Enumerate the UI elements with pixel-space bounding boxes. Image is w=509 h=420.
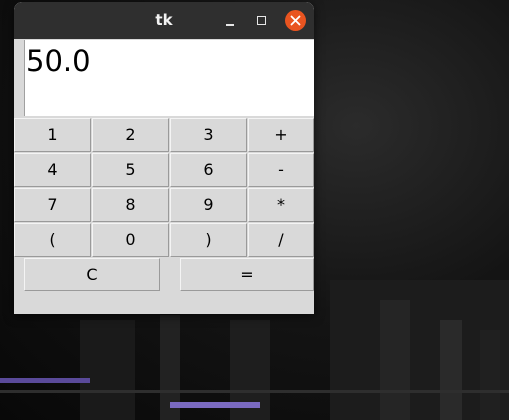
key-7[interactable]: 7: [14, 188, 91, 222]
equals-button[interactable]: =: [180, 258, 314, 291]
key-2[interactable]: 2: [92, 118, 169, 152]
calculator-window: tk 50.0 1 2 3 + 4 5 6 - 7 8 9 * ( 0 ) / …: [14, 2, 314, 314]
key-0[interactable]: 0: [92, 223, 169, 257]
key-3[interactable]: 3: [170, 118, 247, 152]
key-9[interactable]: 9: [170, 188, 247, 222]
display-value: 50.0: [26, 44, 91, 78]
close-icon[interactable]: [285, 10, 306, 31]
key-close-paren[interactable]: ): [170, 223, 247, 257]
title-bar[interactable]: tk: [14, 2, 314, 39]
key-8[interactable]: 8: [92, 188, 169, 222]
key-1[interactable]: 1: [14, 118, 91, 152]
key-multiply[interactable]: *: [248, 188, 314, 222]
key-plus[interactable]: +: [248, 118, 314, 152]
minimize-icon[interactable]: [220, 11, 240, 31]
key-5[interactable]: 5: [92, 153, 169, 187]
key-divide[interactable]: /: [248, 223, 314, 257]
display-entry[interactable]: 50.0: [24, 40, 314, 116]
key-minus[interactable]: -: [248, 153, 314, 187]
key-4[interactable]: 4: [14, 153, 91, 187]
key-open-paren[interactable]: (: [14, 223, 91, 257]
clear-button[interactable]: C: [24, 258, 160, 291]
maximize-icon[interactable]: [252, 11, 272, 31]
key-6[interactable]: 6: [170, 153, 247, 187]
